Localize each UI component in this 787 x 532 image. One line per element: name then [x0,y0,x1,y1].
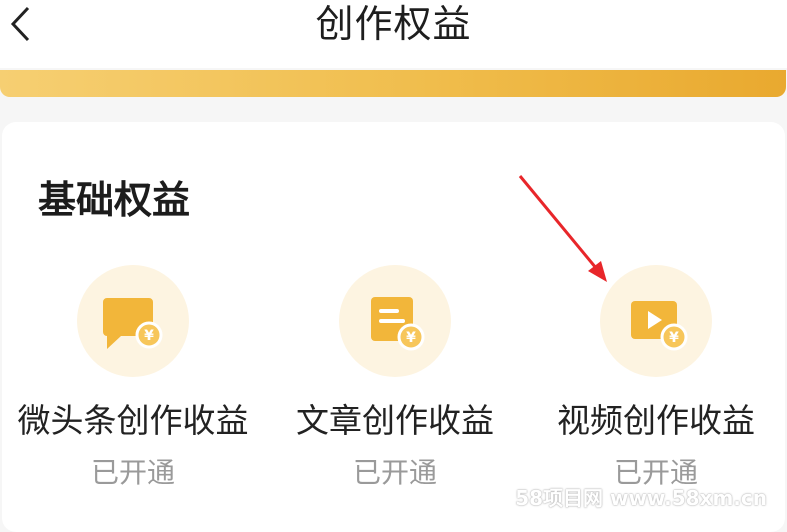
gold-banner-strip [0,70,786,97]
benefit-item-video[interactable]: ¥ 视频创作收益 已开通 [526,265,786,489]
benefit-label: 微头条创作收益 [17,401,249,440]
svg-text:¥: ¥ [406,330,416,346]
benefit-icon-circle: ¥ [77,265,189,377]
svg-text:¥: ¥ [144,328,154,344]
section-title: 基础权益 [38,178,191,222]
benefit-item-article[interactable]: ¥ 文章创作收益 已开通 [265,265,525,489]
benefit-status: 已开通 [352,456,437,489]
benefit-status: 已开通 [613,456,698,489]
benefit-status: 已开通 [90,456,175,489]
red-arrow-annotation [518,175,607,282]
document-coin-icon: ¥ [371,297,425,351]
watermark: 58项目网 www.58xm.cn [515,486,767,510]
benefit-item-micro-headline[interactable]: ¥ 微头条创作收益 已开通 [3,265,263,489]
svg-text:¥: ¥ [669,330,679,346]
benefit-icon-circle: ¥ [339,265,451,377]
top-bar: 创作权益 [0,0,787,68]
page-title: 创作权益 [315,2,472,46]
benefit-label: 文章创作收益 [296,401,494,440]
chat-bubble-coin-icon: ¥ [103,298,163,349]
benefit-label: 视频创作收益 [557,401,755,440]
